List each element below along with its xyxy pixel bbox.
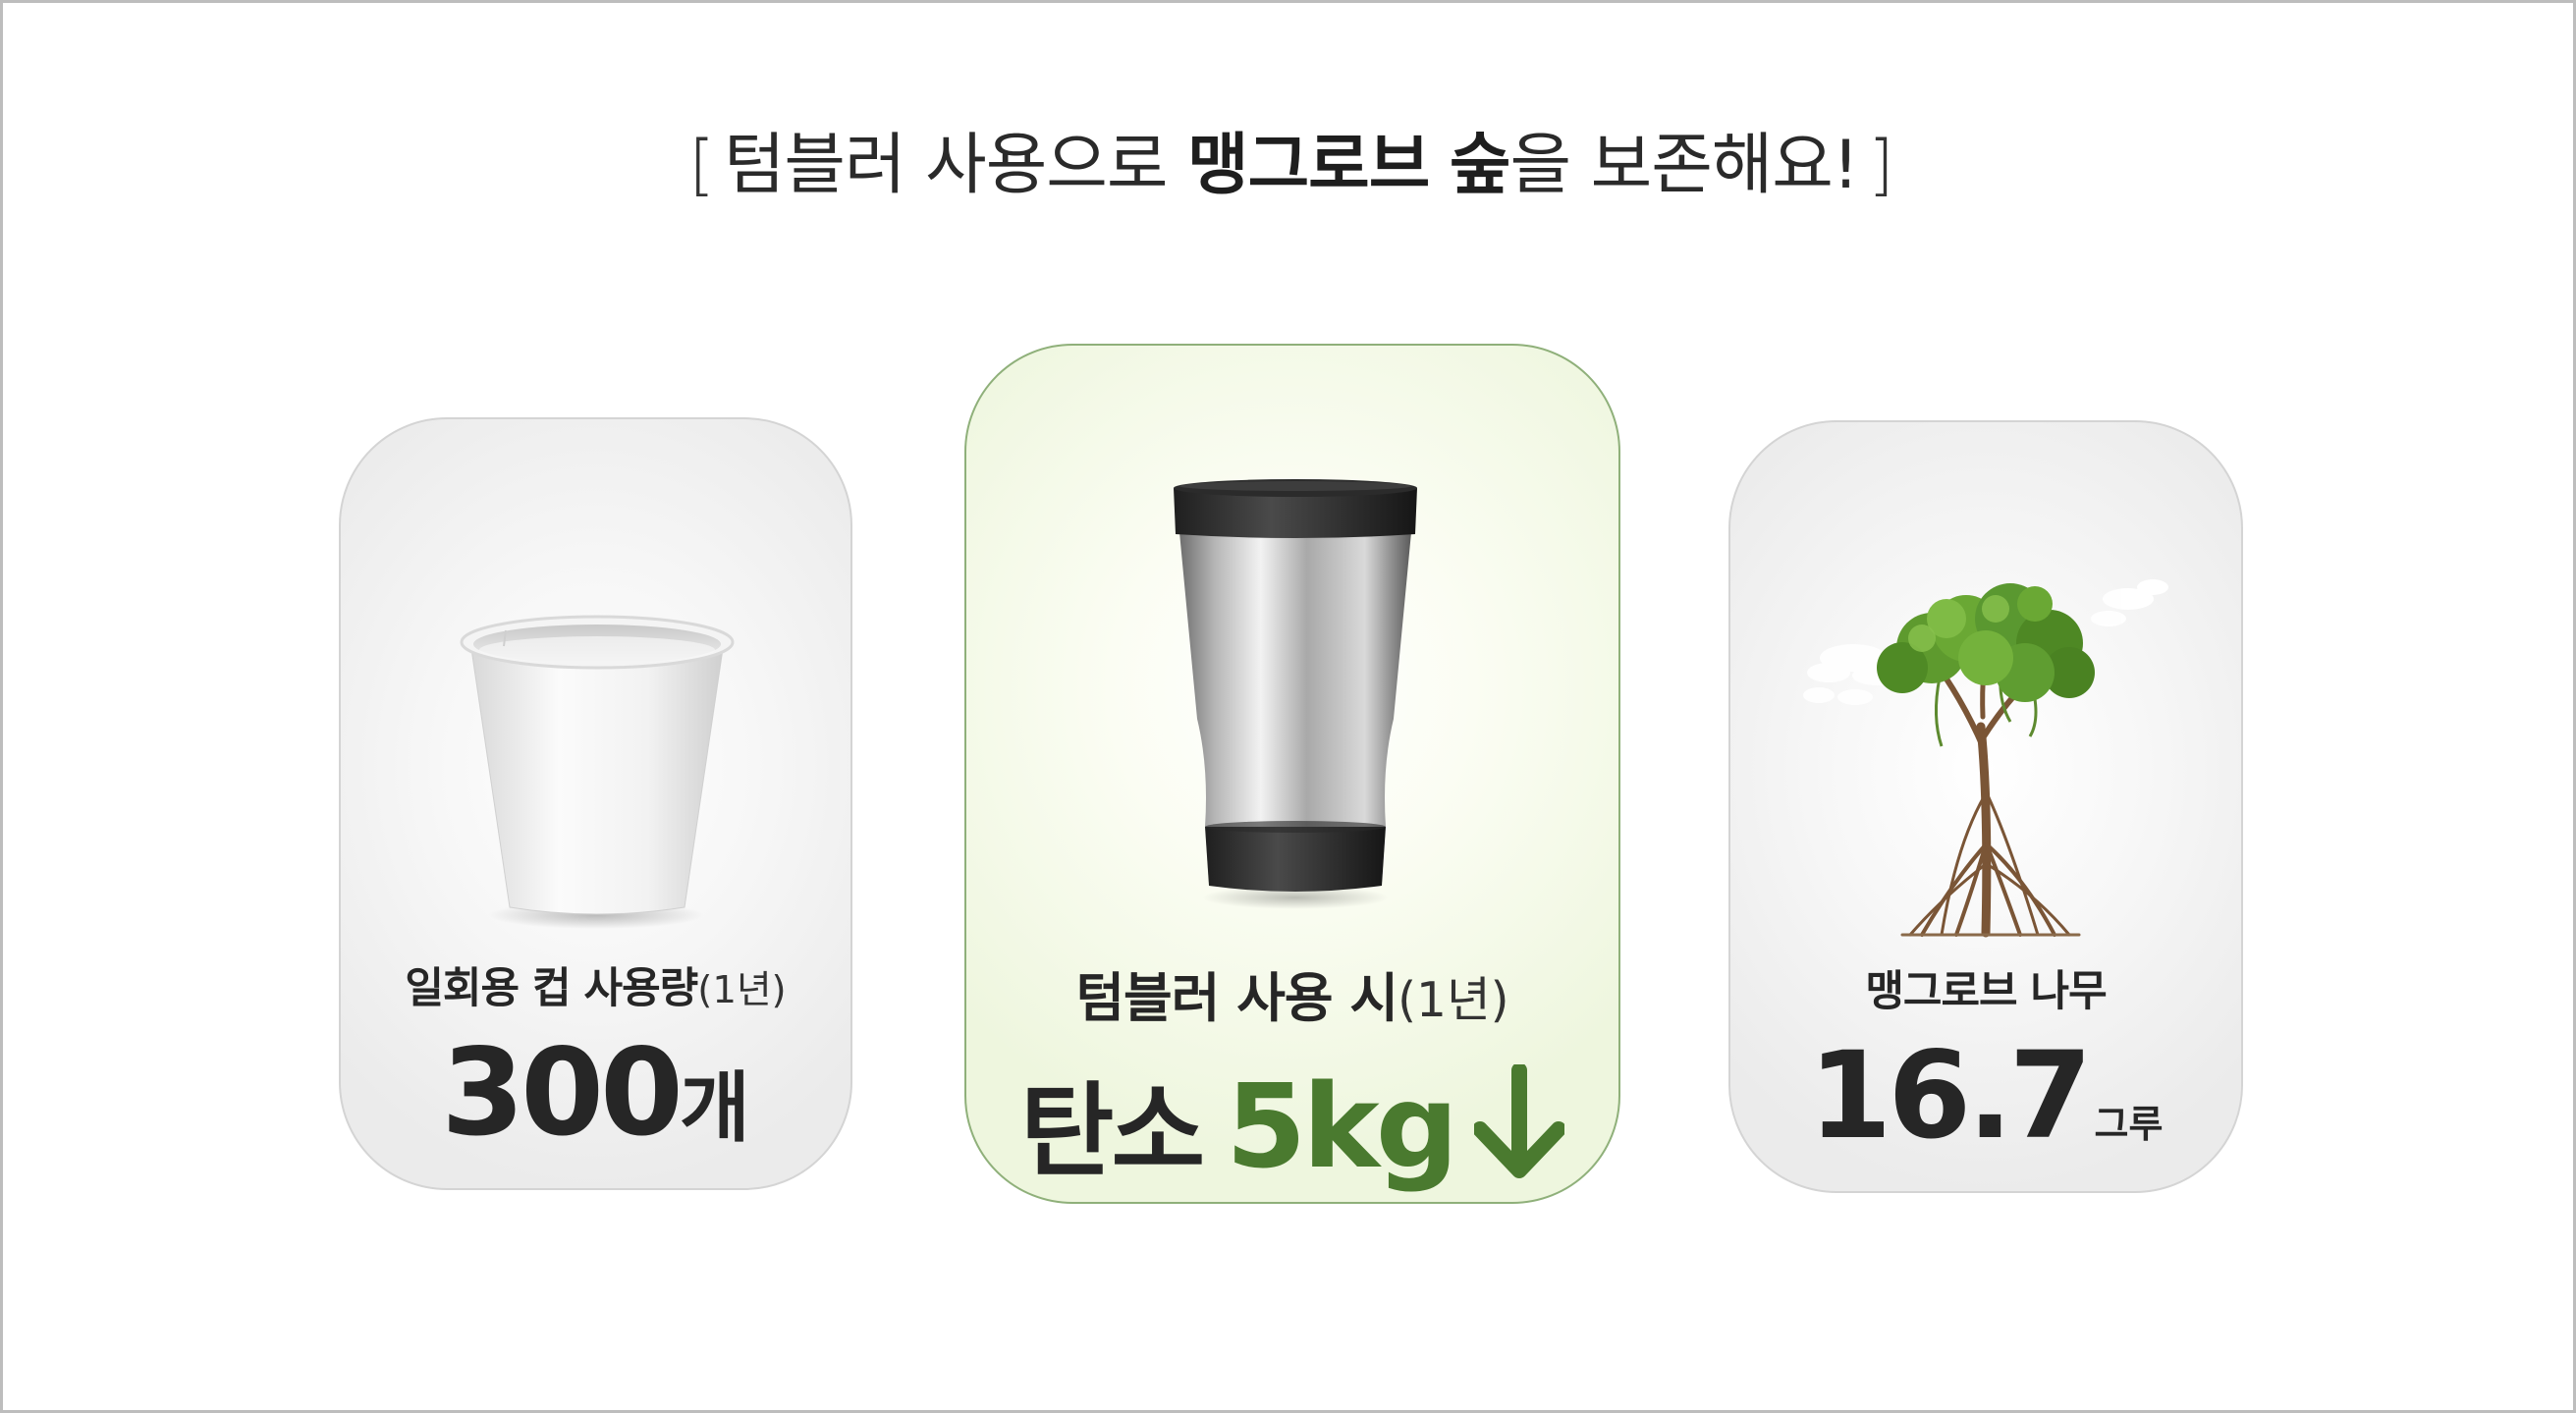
headline-open-bracket: [ (688, 127, 715, 204)
carbon-reduction-value: 탄소 5kg (966, 1048, 1618, 1196)
tumbler-usage-label-main: 텀블러 사용 시 (1075, 967, 1398, 1029)
cup-usage-number: 300 (441, 1023, 684, 1163)
carbon-label: 탄소 (1019, 1071, 1205, 1191)
cup-usage-unit: 개 (679, 1064, 750, 1153)
headline-close-bracket: ] (1868, 127, 1894, 204)
mangrove-tree-icon (1784, 550, 2197, 943)
tumbler-usage-label-period: (1년) (1398, 973, 1509, 1028)
cup-usage-label-period: (1년) (697, 968, 787, 1012)
tumbler-icon (1158, 473, 1433, 915)
carbon-amount: 5kg (1226, 1059, 1458, 1194)
card-tumbler: 텀블러 사용 시(1년) 탄소 5kg (964, 344, 1620, 1204)
headline-highlight-mangrove: 맹그로브 (1187, 127, 1430, 204)
cup-usage-label-main: 일회용 컵 사용량 (405, 964, 698, 1013)
tumbler-usage-label: 텀블러 사용 시(1년) (966, 954, 1618, 1032)
infographic-frame: [텀블러 사용으로 맹그로브 숲을 보존해요!] 일회용 컵 사용량(1년) 3… (0, 0, 2576, 1413)
mangrove-label-main: 맹그로브 나무 (1865, 967, 2107, 1016)
card-mangrove: 맹그로브 나무 16.7 그루 (1728, 420, 2243, 1193)
mangrove-value: 16.7 그루 (1730, 1026, 2241, 1166)
arrow-down-icon (1472, 1062, 1567, 1180)
headline-space (1429, 127, 1450, 204)
cup-usage-value: 300개 (341, 1023, 850, 1163)
headline-text-part1: 텀블러 사용으로 (723, 127, 1188, 204)
headline-highlight-forest: 숲 (1449, 127, 1511, 204)
mangrove-number: 16.7 (1808, 1026, 2093, 1166)
paper-cup-icon (439, 581, 753, 935)
mangrove-unit: 그루 (2094, 1103, 2164, 1146)
cup-usage-label: 일회용 컵 사용량(1년) (341, 954, 850, 1015)
headline-text-part2: 을 보존해요! (1509, 127, 1859, 204)
card-disposable-cup: 일회용 컵 사용량(1년) 300개 (339, 417, 852, 1190)
mangrove-label: 맹그로브 나무 (1730, 957, 2241, 1018)
headline: [텀블러 사용으로 맹그로브 숲을 보존해요!] (3, 119, 2576, 213)
